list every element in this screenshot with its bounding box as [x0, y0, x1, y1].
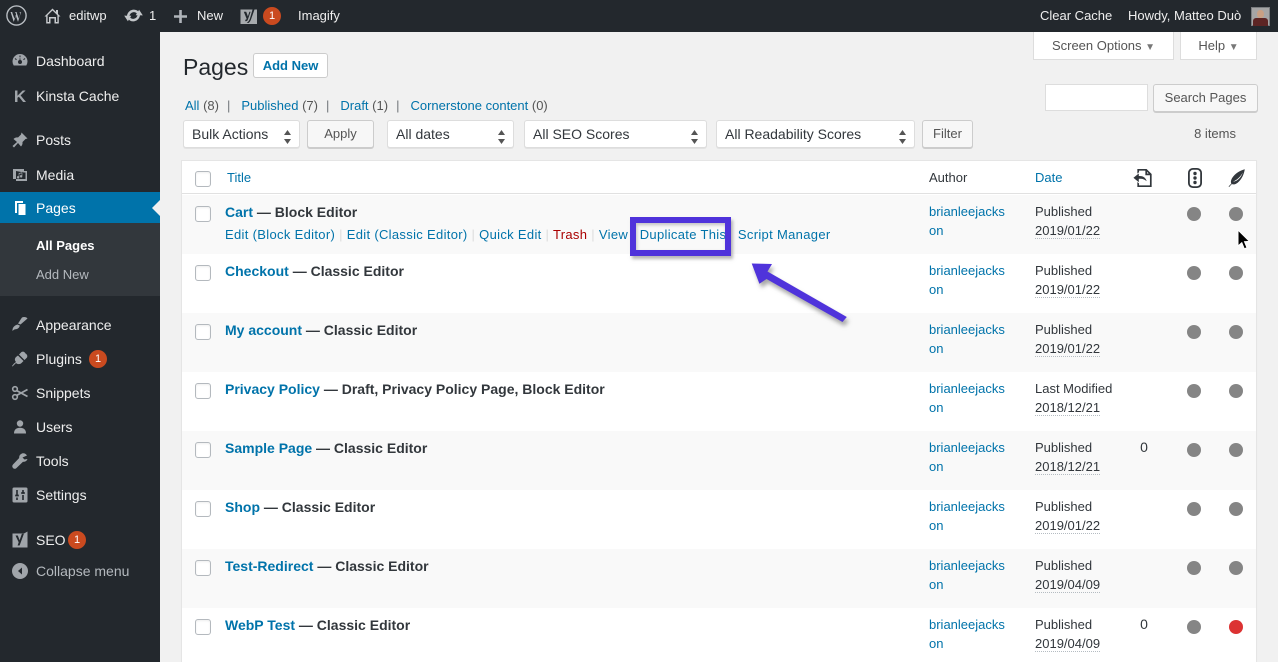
svg-text:K: K: [14, 87, 27, 105]
